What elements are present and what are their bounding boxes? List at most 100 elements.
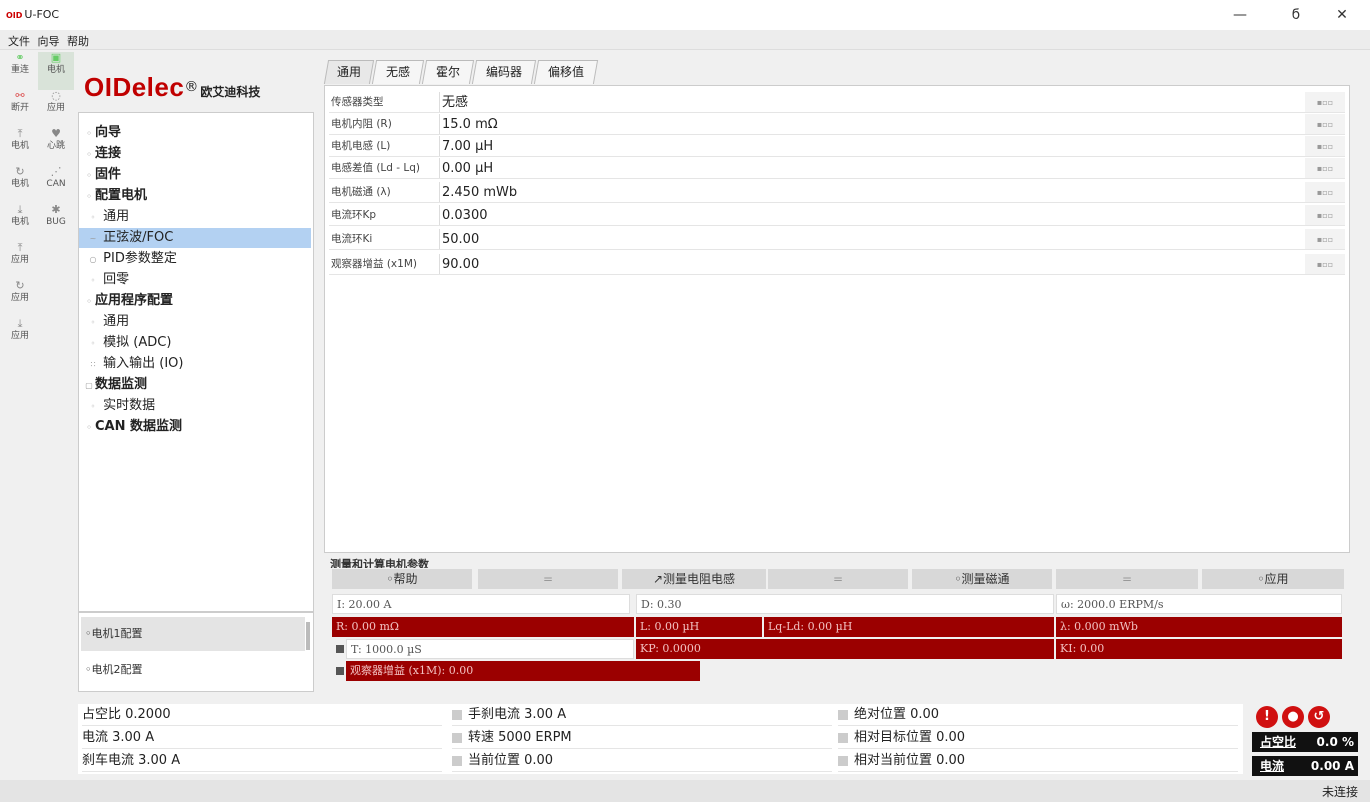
disconnect-button[interactable]: ⚯ 断开 [2,90,38,128]
tab-encoder[interactable]: 编码器 [471,60,537,84]
can-button[interactable]: ⋰ CAN [38,166,74,204]
app-refresh-button[interactable]: ↻ 应用 [2,280,38,318]
speed-checkbox[interactable] [452,732,462,743]
motor1-config-item[interactable]: ◦电机1配置 [81,617,305,651]
nav-item[interactable]: ◦ 通用 [87,207,130,227]
upload-icon: ⤒ [17,241,23,254]
menu-file[interactable]: 文件 [8,35,30,48]
param-buttons-icon[interactable]: ▪▫▫ [1305,92,1345,112]
reltarget-checkbox[interactable] [838,732,848,743]
motor-upload-button[interactable]: ⤒ 电机 [2,128,38,166]
param-value[interactable]: 15.0 mΩ [439,114,1305,134]
nav-item[interactable]: ◦ CAN 数据监测 [83,417,182,437]
observer-checkbox[interactable] [336,667,344,675]
reconnect-button[interactable]: ⚭ 重连 [2,52,38,90]
ki-result: KI: 0.00 [1056,639,1342,659]
nav-item-selected[interactable]: ~ 正弦波/FOC [79,228,311,248]
link-icon: ⚭ [15,51,25,64]
erpm-input[interactable]: ω: 2000.0 ERPM/s [1056,594,1342,614]
time-input[interactable]: T: 1000.0 µS [346,639,634,659]
nav-item[interactable]: ◦ 连接 [83,144,121,164]
nav-item[interactable]: ◦ 应用程序配置 [83,291,173,311]
nav-item[interactable]: ◦ 实时数据 [87,396,156,416]
current-input[interactable]: I: 20.00 A [332,594,630,614]
app-upload-button[interactable]: ⤒ 应用 [2,242,38,280]
tab-hall[interactable]: 霍尔 [421,60,475,84]
stop-icon[interactable]: ● [1282,706,1304,728]
motor-refresh-button[interactable]: ↻ 电机 [2,166,38,204]
param-value[interactable]: 0.0300 [439,205,1305,225]
nav-item[interactable]: ▢ 数据监测 [83,375,147,395]
heartbeat-button[interactable]: ♥ 心跳 [38,128,74,166]
minimize-button[interactable]: — [1220,4,1260,26]
nav-item[interactable]: ◦ 回零 [87,270,130,290]
help-icon: ◦ [386,572,394,586]
brand-logo: OIDelec® 欧艾迪科技 [84,72,260,112]
abspos-field[interactable]: 绝对位置 0.00 [838,704,1238,726]
nav-item[interactable]: ○ PID参数整定 [87,249,177,269]
nav-node-icon: ◦ [90,276,96,285]
param-buttons-icon[interactable]: ▪▫▫ [1305,229,1345,249]
param-buttons-icon[interactable]: ▪▫▫ [1305,114,1345,134]
reset-icon[interactable]: ↺ [1308,706,1330,728]
flux-result: λ: 0.000 mWb [1056,617,1342,637]
param-buttons-icon[interactable]: ▪▫▫ [1305,254,1345,274]
app-button[interactable]: ◌ 应用 [38,90,74,128]
motor-download-button[interactable]: ⤓ 电机 [2,204,38,242]
tab-sensorless[interactable]: 无感 [371,60,425,84]
motor-button[interactable]: ▣ 电机 [38,52,74,90]
relcur-checkbox[interactable] [838,755,848,766]
param-row: 电感差值 (Ld - Lq) 0.00 µH ▪▫▫ [329,158,1345,179]
param-value[interactable]: 7.00 µH [439,136,1305,156]
download-icon: ⤓ [17,203,23,216]
tab-offset[interactable]: 偏移值 [533,60,599,84]
nav-node-icon: ▢ [85,381,93,390]
nav-item[interactable]: ◦ 向导 [83,123,121,143]
duty-field: 占空比 0.2000 [82,704,442,726]
menu-help[interactable]: 帮助 [67,35,89,48]
nav-item[interactable]: ◦ 模拟 (ADC) [87,333,172,353]
speed-field[interactable]: 转速 5000 ERPM [452,727,832,749]
alert-icon[interactable]: ! [1256,706,1278,728]
measure-rl-button[interactable]: ↗测量电阻电感 [622,569,766,589]
apply-button[interactable]: ◦应用 [1202,569,1344,589]
param-buttons-icon[interactable]: ▪▫▫ [1305,205,1345,225]
menu-wizard[interactable]: 向导 [38,35,60,48]
param-value[interactable]: 90.00 [439,254,1305,274]
handbrake-checkbox[interactable] [452,709,462,720]
param-buttons-icon[interactable]: ▪▫▫ [1305,158,1345,178]
unlink-icon: ⚯ [15,89,25,102]
t-checkbox[interactable] [336,645,344,653]
param-buttons-icon[interactable]: ▪▫▫ [1305,136,1345,156]
param-value[interactable]: 0.00 µH [439,158,1305,178]
param-row: 电流环Kp 0.0300 ▪▫▫ [329,205,1345,226]
abspos-checkbox[interactable] [838,709,848,720]
relcur-field[interactable]: 相对当前位置 0.00 [838,750,1238,772]
nav-item[interactable]: ◦ 通用 [87,312,130,332]
nav-item[interactable]: ◦ 配置电机 [83,186,147,206]
curpos-field[interactable]: 当前位置 0.00 [452,750,832,772]
nav-node-icon: ◦ [86,171,92,180]
param-value[interactable]: 无感 [439,92,1305,112]
maximize-button[interactable]: ϭ [1276,4,1316,26]
motor2-config-item[interactable]: ◦电机2配置 [81,653,305,687]
handbrake-field[interactable]: 手刹电流 3.00 A [452,704,832,726]
param-buttons-icon[interactable]: ▪▫▫ [1305,182,1345,202]
motor-list-scrollbar[interactable] [306,622,310,650]
duty-input[interactable]: D: 0.30 [636,594,1054,614]
nav-node-icon: ◦ [86,129,92,138]
param-value[interactable]: 50.00 [439,229,1305,249]
app-download-button[interactable]: ⤓ 应用 [2,318,38,356]
tab-general[interactable]: 通用 [323,60,375,84]
close-button[interactable]: ✕ [1322,4,1362,26]
reltarget-field[interactable]: 相对目标位置 0.00 [838,727,1238,749]
bug-button[interactable]: ✱ BUG [38,204,74,242]
help-button[interactable]: ◦帮助 [332,569,472,589]
nav-item[interactable]: ∷ 输入输出 (IO) [87,354,183,374]
nav-node-icon: ◦ [86,192,92,201]
curpos-checkbox[interactable] [452,755,462,766]
measure-flux-button[interactable]: ◦测量磁通 [912,569,1052,589]
param-value[interactable]: 2.450 mWb [439,182,1305,202]
apply-icon: ◌ [51,89,61,102]
nav-item[interactable]: ◦ 固件 [83,165,121,185]
